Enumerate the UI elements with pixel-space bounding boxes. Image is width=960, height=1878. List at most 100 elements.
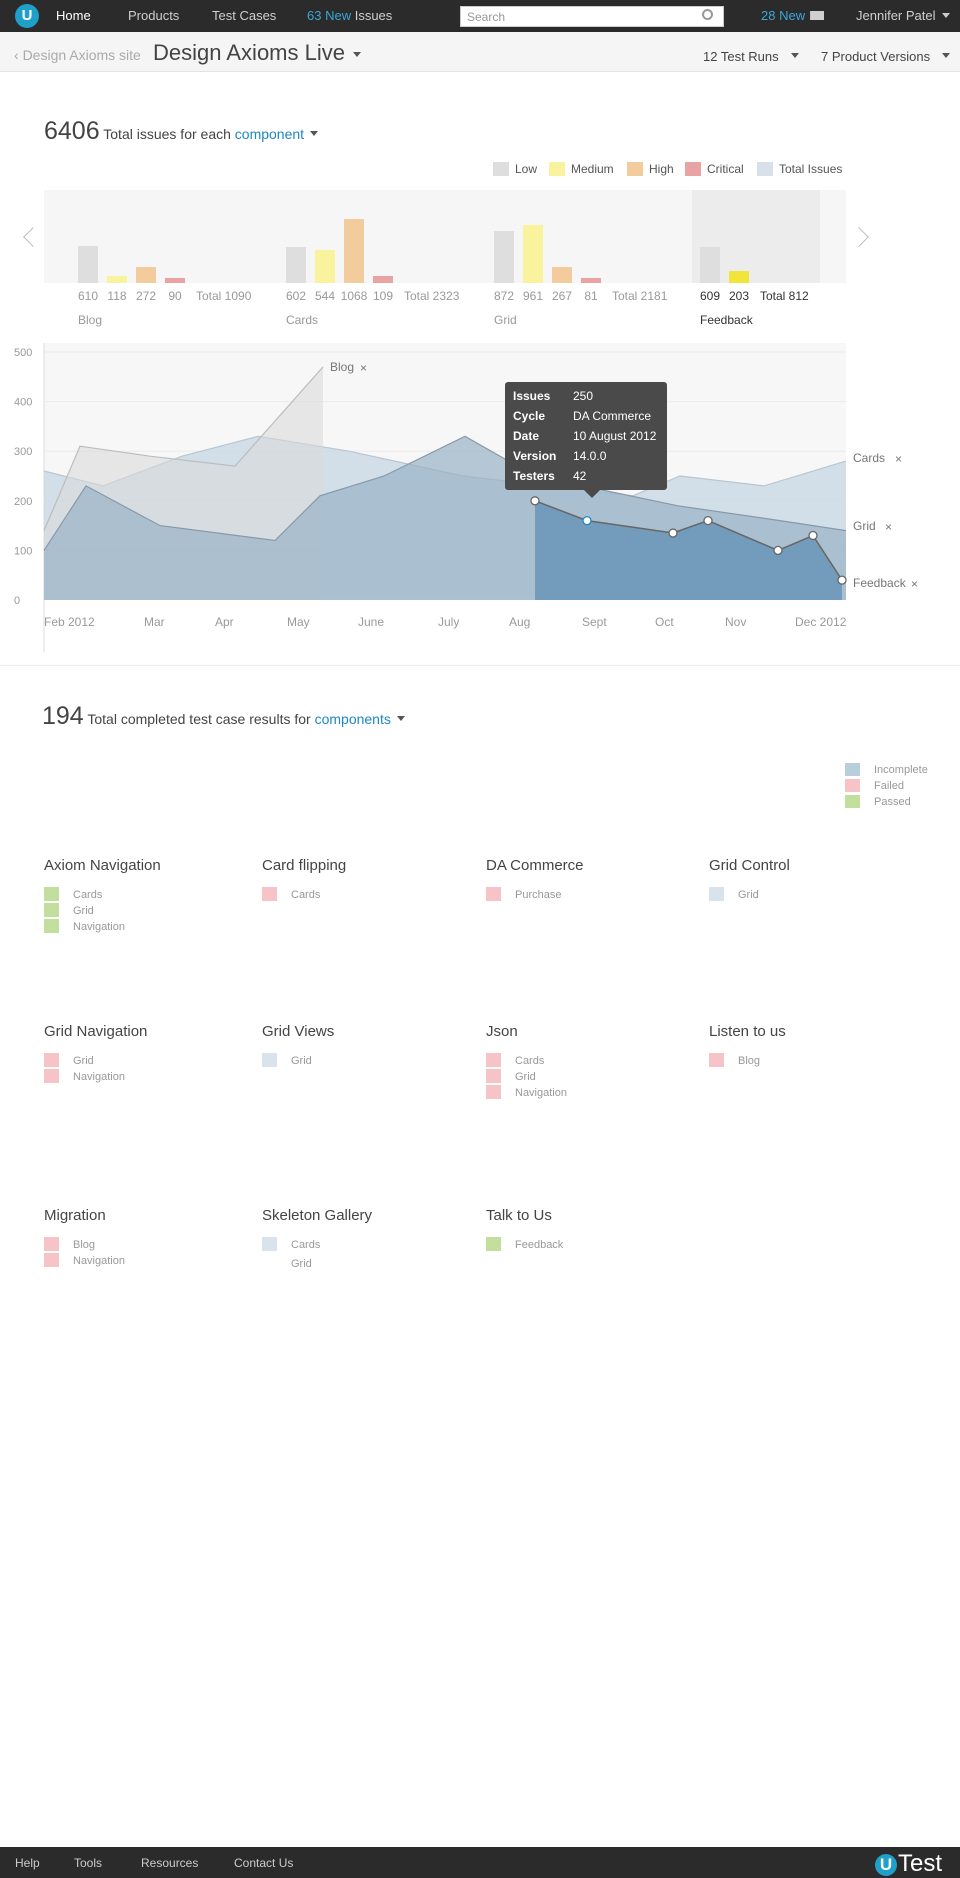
bar-group-name[interactable]: Feedback — [700, 313, 753, 327]
bar-value: 81 — [584, 289, 598, 303]
back-link[interactable]: ‹ Design Axioms site — [14, 47, 141, 63]
component-item[interactable]: Navigation — [44, 919, 125, 933]
nav-products[interactable]: Products — [128, 8, 179, 23]
footer-resources[interactable]: Resources — [141, 1856, 198, 1870]
selected-data-point[interactable] — [582, 515, 592, 526]
component-item[interactable]: Purchase — [486, 887, 561, 901]
components-filter[interactable]: components — [315, 711, 391, 727]
data-point[interactable] — [668, 528, 678, 538]
bar-blog-medium[interactable] — [107, 275, 127, 283]
component-title[interactable]: Skeleton Gallery — [262, 1207, 372, 1224]
utest-logo[interactable]: U — [15, 4, 39, 28]
y-tick-label: 300 — [14, 446, 32, 458]
footer-help[interactable]: Help — [15, 1856, 40, 1870]
nav-messages[interactable]: 28 New — [761, 8, 825, 23]
status-swatch — [262, 887, 277, 901]
data-point[interactable] — [530, 496, 540, 506]
project-title[interactable]: Design Axioms Live — [153, 40, 361, 66]
bar-grid-medium[interactable] — [523, 225, 543, 283]
bar-blog-low[interactable] — [78, 246, 98, 283]
legend-label: Incomplete — [874, 764, 928, 776]
legend-item-low[interactable]: Low — [493, 162, 537, 176]
component-item[interactable]: Navigation — [44, 1069, 125, 1083]
component-item[interactable]: Cards — [262, 887, 320, 901]
component-item-label: Blog — [738, 1055, 761, 1067]
next-arrow-icon[interactable] — [849, 227, 869, 247]
bar-group-name[interactable]: Blog — [78, 313, 102, 327]
footer-brand-logo: U Test — [875, 1850, 942, 1878]
user-menu[interactable]: Jennifer Patel — [856, 8, 950, 23]
component-item-label: Blog — [73, 1239, 96, 1251]
component-item[interactable]: Navigation — [486, 1085, 567, 1099]
nav-issues[interactable]: 63 New Issues — [307, 8, 392, 23]
component-item[interactable]: Grid — [709, 887, 759, 901]
data-point[interactable] — [808, 530, 818, 541]
component-title[interactable]: Grid Control — [709, 857, 790, 874]
component-item[interactable]: Cards — [486, 1053, 544, 1067]
component-item[interactable]: Grid — [44, 903, 94, 917]
legend-item-critical[interactable]: Critical — [685, 162, 744, 176]
bar-group-name[interactable]: Cards — [286, 313, 318, 327]
tc-legend-incomplete[interactable]: Incomplete — [845, 763, 928, 776]
bar-blog-critical[interactable] — [165, 277, 185, 283]
bar-cards-critical[interactable] — [373, 276, 393, 283]
chevron-down-icon[interactable] — [310, 131, 319, 136]
component-item[interactable]: Blog — [44, 1237, 95, 1251]
bar-grid-low[interactable] — [494, 230, 514, 283]
component-item[interactable]: Cards — [44, 887, 102, 901]
nav-test-cases[interactable]: Test Cases — [212, 8, 276, 23]
component-item[interactable]: Grid — [44, 1053, 94, 1067]
data-point[interactable] — [703, 515, 713, 526]
bar-cards-high[interactable] — [344, 219, 364, 283]
legend-item-total-issues[interactable]: Total Issues — [757, 162, 842, 176]
close-series-icon[interactable]: × — [360, 361, 367, 375]
component-item[interactable]: Grid — [262, 1053, 312, 1067]
bar-cards-medium[interactable] — [315, 250, 335, 283]
component-item[interactable]: Feedback — [486, 1237, 563, 1251]
component-title[interactable]: Grid Navigation — [44, 1023, 147, 1040]
legend-item-high[interactable]: High — [627, 162, 674, 176]
footer-tools[interactable]: Tools — [74, 1856, 102, 1870]
product-versions-select[interactable]: 7 Product Versions — [821, 49, 951, 64]
close-series-icon[interactable]: × — [885, 520, 892, 534]
bar-group-name[interactable]: Grid — [494, 313, 517, 327]
component-title[interactable]: DA Commerce — [486, 857, 584, 874]
component-title[interactable]: Json — [486, 1023, 518, 1040]
legend-item-medium[interactable]: Medium — [549, 162, 614, 176]
chart-tooltip: Issues 250 Cycle DA Commerce Date 10 August… — [505, 382, 667, 498]
close-series-icon[interactable]: × — [895, 452, 902, 466]
footer-contact[interactable]: Contact Us — [234, 1856, 293, 1870]
data-point[interactable] — [837, 575, 847, 585]
bar-blog-high[interactable] — [136, 266, 156, 283]
component-item-label: Navigation — [515, 1087, 567, 1099]
x-tick-label: Oct — [655, 615, 674, 629]
bar-grid-critical[interactable] — [581, 278, 601, 283]
tooltip-testers-key: Testers — [513, 469, 555, 483]
bar-feedback-medium[interactable] — [729, 270, 749, 283]
tc-legend-passed[interactable]: Passed — [845, 795, 911, 808]
nav-home[interactable]: Home — [56, 8, 91, 23]
component-title[interactable]: Listen to us — [709, 1023, 786, 1040]
chevron-down-icon[interactable] — [396, 716, 405, 721]
component-filter[interactable]: component — [235, 126, 304, 142]
component-item[interactable]: Grid — [486, 1069, 536, 1083]
component-item[interactable]: Cards — [262, 1237, 320, 1251]
tc-legend-failed[interactable]: Failed — [845, 779, 904, 792]
component-title[interactable]: Talk to Us — [486, 1207, 552, 1224]
close-series-icon[interactable]: × — [911, 577, 918, 591]
prev-arrow-icon[interactable] — [23, 227, 43, 247]
search-icon[interactable] — [702, 9, 713, 20]
component-item[interactable]: Blog — [709, 1053, 760, 1067]
search-input[interactable]: Search — [460, 6, 724, 27]
component-title[interactable]: Migration — [44, 1207, 106, 1224]
bar-feedback-low[interactable] — [700, 246, 720, 283]
component-title[interactable]: Axiom Navigation — [44, 857, 161, 874]
component-title[interactable]: Card flipping — [262, 857, 346, 874]
component-item[interactable]: Grid — [262, 1253, 312, 1270]
data-point[interactable] — [773, 545, 783, 556]
component-item[interactable]: Navigation — [44, 1253, 125, 1267]
bar-cards-low[interactable] — [286, 246, 306, 283]
test-runs-select[interactable]: 12 Test Runs — [703, 49, 799, 64]
component-title[interactable]: Grid Views — [262, 1023, 334, 1040]
bar-grid-high[interactable] — [552, 267, 572, 283]
